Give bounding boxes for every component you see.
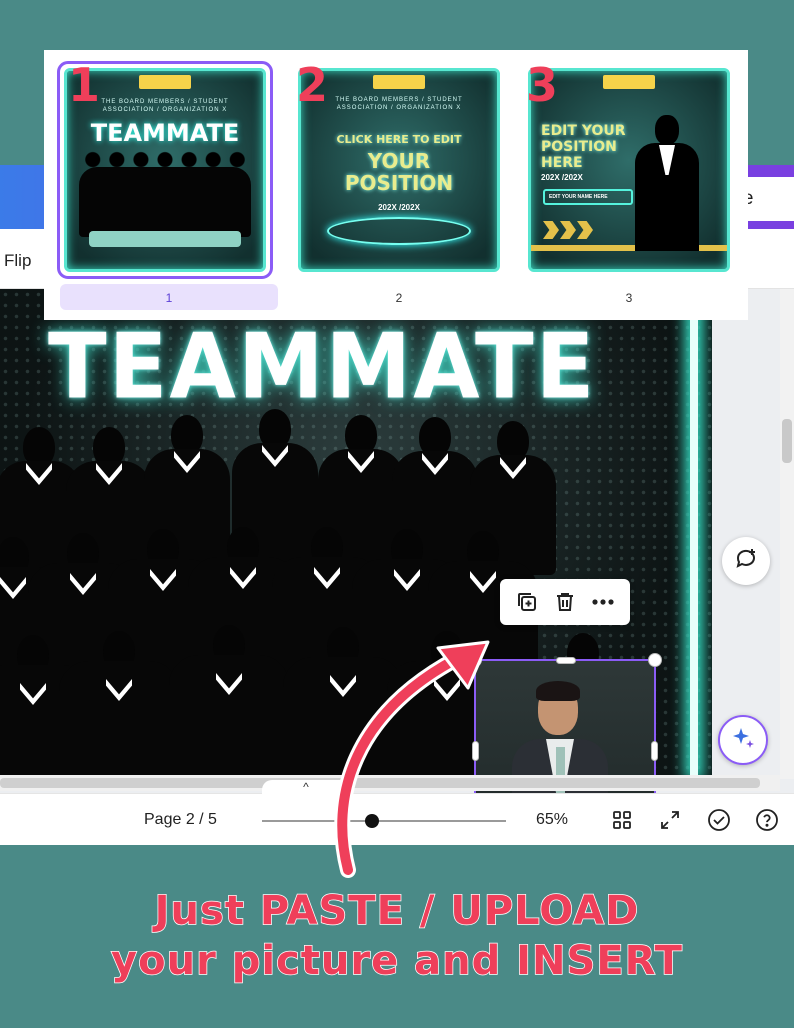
silhouette-person: [470, 421, 556, 575]
silhouette-person: [169, 625, 289, 775]
page-label-2[interactable]: 2: [290, 284, 508, 310]
help-icon[interactable]: [755, 808, 779, 832]
page-3-title-line1: EDIT YOUR: [541, 123, 626, 139]
neon-frame-edge: [690, 289, 698, 775]
page-number-overlay-2: 2: [296, 58, 329, 112]
comment-add-icon: [733, 546, 759, 577]
zoom-percent[interactable]: 65%: [536, 811, 568, 829]
fullscreen-icon[interactable]: [658, 808, 682, 832]
page-3-name-field: EDIT YOUR NAME HERE: [543, 189, 633, 205]
design-title[interactable]: TEAMMATE: [48, 315, 596, 420]
annotation-arrow: [334, 640, 490, 878]
page-2-preview: THE BOARD MEMBERS / STUDENT ASSOCIATION …: [298, 68, 500, 272]
vertical-scrollbar[interactable]: [780, 289, 794, 779]
logo-badge: [603, 75, 655, 89]
page-2-neon-ring: [327, 217, 471, 245]
logo-badge: [373, 75, 425, 89]
page-2-cta: CLICK HERE TO EDIT: [336, 133, 462, 146]
page-2-years: 202X /202X: [378, 203, 420, 212]
silhouette-person: [232, 409, 318, 563]
resize-handle-top-right[interactable]: [648, 653, 662, 667]
page-2-title-line1: YOUR: [367, 149, 431, 173]
logo-badge: [139, 75, 191, 89]
flip-button[interactable]: Flip: [4, 251, 31, 271]
element-toolbar: [500, 579, 630, 625]
vertical-scroll-thumb[interactable]: [782, 419, 792, 463]
page-2-title-line2: POSITION: [344, 171, 454, 195]
trash-icon[interactable]: [552, 589, 578, 615]
page-3-title-line2: POSITION: [541, 139, 617, 155]
pages-panel: THE BOARD MEMBERS / STUDENT ASSOCIATION …: [44, 50, 748, 320]
resize-handle-right[interactable]: [651, 741, 658, 761]
check-circle-icon[interactable]: [707, 808, 731, 832]
page-3-silhouette: [635, 115, 699, 251]
resize-handle-top[interactable]: [556, 657, 576, 664]
page-3-arrows: [543, 221, 613, 241]
page-1-crowd: [79, 151, 251, 237]
page-indicator[interactable]: Page 2 / 5: [144, 811, 217, 829]
silhouette-person: [392, 417, 478, 571]
grid-view-icon[interactable]: [610, 808, 634, 832]
silhouette-person: [144, 415, 230, 569]
page-3-years: 202X /202X: [541, 173, 583, 182]
page-3-title-line3: HERE: [541, 155, 583, 171]
page-1-stand: [89, 231, 241, 247]
page-label-3[interactable]: 3: [520, 284, 738, 310]
photo-hair: [536, 681, 580, 701]
magic-sparkle-icon: [730, 725, 756, 756]
page-3-preview: EDIT YOUR POSITION HERE 202X /202X EDIT …: [528, 68, 730, 272]
page-number-overlay-3: 3: [526, 58, 559, 112]
page-2-subtitle: THE BOARD MEMBERS / STUDENT ASSOCIATION …: [335, 97, 463, 111]
add-comment-button[interactable]: [722, 537, 770, 585]
page-label-1[interactable]: 1: [60, 284, 278, 310]
silhouette-person: [59, 631, 179, 775]
page-number-overlay-1: 1: [68, 58, 101, 112]
duplicate-icon[interactable]: [514, 589, 540, 615]
instruction-line-1: Just PASTE / UPLOAD: [154, 887, 640, 935]
more-icon[interactable]: [590, 589, 616, 615]
instruction-line-2: your picture and INSERT: [110, 937, 683, 985]
page-1-title: TEAMMATE: [90, 119, 240, 147]
magic-assistant-button[interactable]: [718, 715, 768, 765]
